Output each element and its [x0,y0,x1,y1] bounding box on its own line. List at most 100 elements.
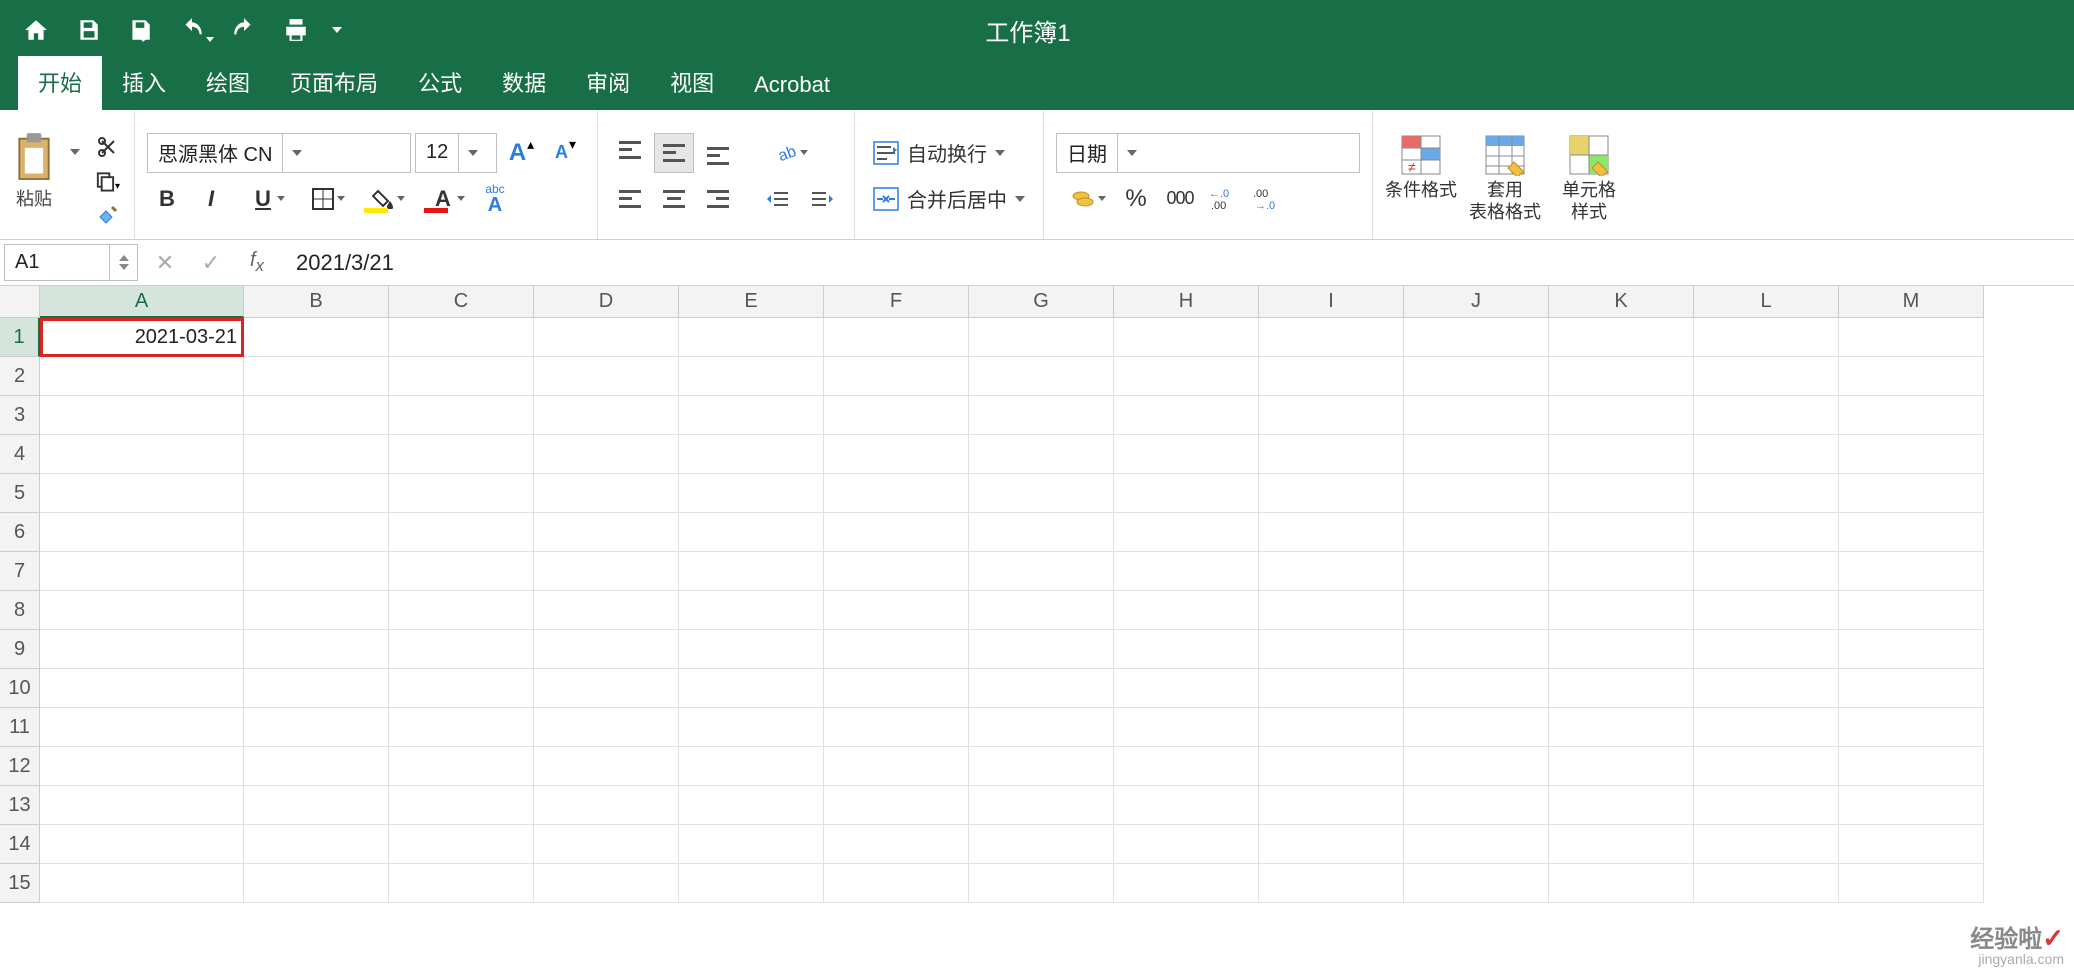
underline-button[interactable]: U [235,179,291,219]
col-header-C[interactable]: C [389,286,534,318]
cell[interactable] [824,708,969,747]
cell[interactable] [969,552,1114,591]
cell[interactable] [389,825,534,864]
cell[interactable] [1404,825,1549,864]
bold-button[interactable]: B [147,179,187,219]
cell[interactable] [1694,630,1839,669]
cell[interactable] [824,474,969,513]
cell[interactable] [969,396,1114,435]
cell[interactable] [679,396,824,435]
cell[interactable] [244,396,389,435]
cell[interactable] [244,864,389,903]
cell[interactable] [40,435,244,474]
cell[interactable] [1839,630,1984,669]
cell[interactable] [824,396,969,435]
cell[interactable] [1404,591,1549,630]
save-as-icon[interactable] [114,8,166,52]
cell[interactable] [1694,513,1839,552]
cell[interactable] [244,318,389,357]
cell[interactable] [1549,318,1694,357]
col-header-G[interactable]: G [969,286,1114,318]
cell[interactable] [534,357,679,396]
cell[interactable] [1839,591,1984,630]
cell[interactable] [1404,864,1549,903]
row-header-13[interactable]: 13 [0,786,40,825]
cell-style-button[interactable]: 单元格 样式 [1553,128,1625,223]
cell[interactable] [679,357,824,396]
cell[interactable] [824,825,969,864]
cell[interactable] [534,513,679,552]
cell[interactable] [1404,630,1549,669]
cell[interactable] [1694,825,1839,864]
row-header-11[interactable]: 11 [0,708,40,747]
row-header-9[interactable]: 9 [0,630,40,669]
row-header-2[interactable]: 2 [0,357,40,396]
cell[interactable] [244,825,389,864]
cell[interactable] [824,864,969,903]
cell[interactable] [534,669,679,708]
cell[interactable] [824,747,969,786]
col-header-K[interactable]: K [1549,286,1694,318]
home-icon[interactable] [10,8,62,52]
cell[interactable] [1549,708,1694,747]
cell[interactable] [1404,708,1549,747]
cell[interactable] [1114,357,1259,396]
phonetic-guide-button[interactable]: abcA [475,179,515,219]
cell[interactable] [40,747,244,786]
cell[interactable] [1404,786,1549,825]
cell[interactable] [244,357,389,396]
cell[interactable] [824,318,969,357]
cell[interactable] [389,786,534,825]
print-icon[interactable] [270,8,322,52]
cell[interactable] [1549,825,1694,864]
cell[interactable] [1694,864,1839,903]
cell[interactable] [824,552,969,591]
cell[interactable] [1549,357,1694,396]
percent-button[interactable]: % [1116,179,1156,219]
cell[interactable] [1694,552,1839,591]
currency-button[interactable] [1056,179,1112,219]
cell[interactable] [40,864,244,903]
cell[interactable] [244,630,389,669]
cells-area[interactable]: 2021-03-21 // placeholder to keep struct… [40,318,1984,903]
cell[interactable] [1259,864,1404,903]
cell[interactable] [389,357,534,396]
tab-layout[interactable]: 页面布局 [270,56,398,110]
cell[interactable] [1549,552,1694,591]
cell[interactable] [1549,435,1694,474]
cell[interactable] [1259,552,1404,591]
cell[interactable] [679,591,824,630]
cell[interactable] [1259,396,1404,435]
cell[interactable] [1694,435,1839,474]
cell[interactable] [1839,435,1984,474]
tab-home[interactable]: 开始 [18,56,102,110]
cell[interactable] [969,669,1114,708]
cell[interactable] [534,864,679,903]
redo-icon[interactable] [218,8,270,52]
comma-button[interactable]: 000 [1160,179,1200,219]
cell[interactable] [389,747,534,786]
cell[interactable] [1549,786,1694,825]
cell[interactable] [824,357,969,396]
cell[interactable] [969,474,1114,513]
clipboard-icon[interactable] [12,131,56,183]
cell[interactable] [1404,474,1549,513]
cell[interactable] [1694,396,1839,435]
fx-icon[interactable]: fx [234,240,280,285]
cell[interactable] [679,513,824,552]
decrease-font-icon[interactable]: A▾ [545,133,585,173]
font-name-combo[interactable]: 思源黑体 CN [147,133,411,173]
cell[interactable] [244,591,389,630]
row-header-7[interactable]: 7 [0,552,40,591]
cell[interactable] [1839,747,1984,786]
cell[interactable] [1259,630,1404,669]
cell[interactable] [40,513,244,552]
font-color-button[interactable]: A [415,179,471,219]
name-box-dropdown[interactable] [109,245,137,280]
cell[interactable] [389,435,534,474]
number-format-combo[interactable]: 日期 [1056,133,1360,173]
row-header-8[interactable]: 8 [0,591,40,630]
cell[interactable] [1549,630,1694,669]
cell[interactable] [1404,552,1549,591]
cell[interactable] [40,630,244,669]
